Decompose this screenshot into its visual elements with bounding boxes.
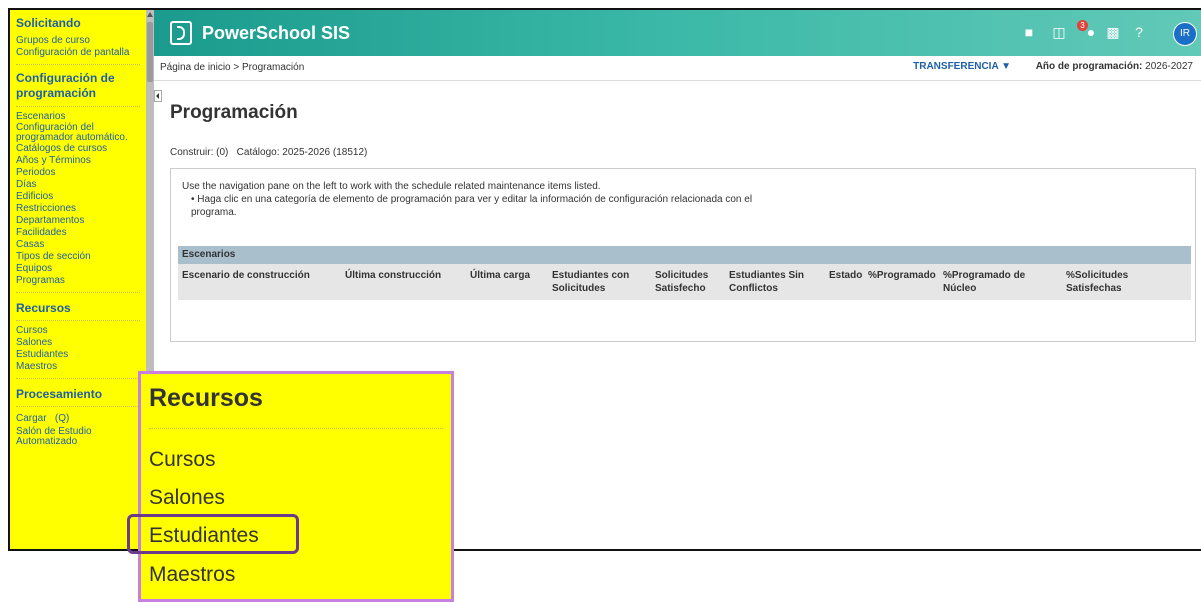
breadcrumb[interactable]: Página de inicio > Programación: [160, 62, 304, 73]
sidebar-item-catalogos[interactable]: Catálogos de cursos: [10, 143, 146, 155]
sidebar-item-cargar[interactable]: Cargar (Q): [10, 413, 146, 425]
nav-sidebar: Solicitando Grupos de curso Configuració…: [10, 10, 146, 549]
bullet-item: • Haga clic en una categoría de elemento…: [191, 194, 753, 218]
notes-icon[interactable]: ■: [1021, 24, 1037, 40]
scenarios-table: Escenarios Escenario de construcción Últ…: [178, 246, 1191, 300]
help-icon[interactable]: ?: [1131, 24, 1147, 40]
year-value: 2026-2027: [1145, 61, 1193, 72]
column-header[interactable]: Estudiantes Sin Conflictos: [729, 269, 817, 295]
sidebar-item-restricciones[interactable]: Restricciones: [10, 203, 146, 215]
transfer-label: TRANSFERENCIA: [913, 61, 999, 72]
build-info: Construir: (0) Catálogo: 2025-2026 (1851…: [170, 147, 368, 158]
sidebar-item-programas[interactable]: Programas: [10, 275, 146, 287]
top-header: PowerSchool SIS ■ ◫ ● 3 ▩ ? IR: [154, 10, 1201, 56]
column-header[interactable]: Última construcción: [345, 269, 441, 282]
sidebar-item-grupos-de-curso[interactable]: Grupos de curso: [10, 35, 146, 47]
column-header[interactable]: %Solicitudes Satisfechas: [1066, 269, 1146, 295]
sidebar-item-facilidades[interactable]: Facilidades: [10, 227, 146, 239]
sidebar-item-departamentos[interactable]: Departamentos: [10, 215, 146, 227]
sidebar-item-anos-terminos[interactable]: Años y Términos: [10, 155, 146, 167]
divider: [149, 428, 443, 429]
divider: [16, 292, 140, 293]
column-header[interactable]: %Programado de Núcleo: [943, 269, 1039, 295]
sidebar-section-title: Recursos: [16, 301, 71, 315]
sidebar-item-dias[interactable]: Días: [10, 179, 146, 191]
sidebar-item-salon-estudio[interactable]: Salón de Estudio Automatizado: [10, 427, 146, 447]
sidebar-item-config-programador[interactable]: Configuración del programador automático…: [10, 123, 146, 143]
notification-badge: 3: [1077, 20, 1088, 31]
translate-icon[interactable]: ◫: [1051, 24, 1067, 40]
divider: [16, 378, 140, 379]
info-text: Use the navigation pane on the left to w…: [182, 181, 601, 192]
sidebar-item-configuracion-pantalla[interactable]: Configuración de pantalla: [10, 47, 146, 59]
column-header[interactable]: Estudiantes con Solicitudes: [552, 269, 642, 295]
term-year[interactable]: Año de programación: 2026-2027: [1036, 61, 1193, 72]
chevron-down-icon: ▼: [1001, 61, 1011, 72]
breadcrumb-bar: Página de inicio > Programación TRANSFER…: [154, 56, 1201, 81]
divider: [16, 64, 140, 65]
callout-item-maestros[interactable]: Maestros: [149, 563, 235, 587]
highlight-box: [127, 514, 299, 554]
collapse-nav-icon[interactable]: [154, 90, 162, 102]
sidebar-section-title: Configuración de programación: [16, 71, 115, 100]
sidebar-item-salones[interactable]: Salones: [10, 337, 146, 349]
sidebar-section-title: Solicitando: [16, 16, 81, 30]
bullet-text: Haga clic en una categoría de elemento d…: [191, 194, 753, 218]
sidebar-item-maestros[interactable]: Maestros: [10, 361, 146, 373]
column-header[interactable]: Solicitudes Satisfecho: [655, 269, 721, 295]
table-title: Escenarios: [178, 246, 1191, 264]
callout-item-cursos[interactable]: Cursos: [149, 448, 216, 472]
column-header[interactable]: Escenario de construcción: [182, 269, 310, 282]
powerschool-logo-icon: [170, 21, 192, 45]
sidebar-item-edificios[interactable]: Edificios: [10, 191, 146, 203]
zoom-callout: Recursos Cursos Salones Estudiantes Maes…: [138, 371, 454, 602]
year-label: Año de programación:: [1035, 61, 1143, 72]
alerts-icon[interactable]: ● 3: [1077, 20, 1099, 40]
brand-title: PowerSchool SIS: [202, 23, 351, 43]
page-title: Programación: [170, 102, 298, 123]
column-header[interactable]: %Programado: [868, 269, 936, 282]
transfer-dropdown[interactable]: TRANSFERENCIA ▼: [913, 61, 1011, 72]
sidebar-item-tipos-seccion[interactable]: Tipos de sección: [10, 251, 146, 263]
content-panel: Use the navigation pane on the left to w…: [170, 168, 1196, 342]
callout-item-salones[interactable]: Salones: [149, 486, 225, 510]
sidebar-item-equipos[interactable]: Equipos: [10, 263, 146, 275]
scroll-thumb[interactable]: [147, 22, 153, 82]
print-icon[interactable]: ▩: [1105, 24, 1121, 40]
sidebar-item-cursos[interactable]: Cursos: [10, 325, 146, 337]
scroll-up-icon[interactable]: [147, 12, 153, 17]
table-header-row: Escenario de construcción Última constru…: [178, 264, 1191, 300]
column-header[interactable]: Última carga: [470, 269, 530, 282]
callout-section-title: Recursos: [149, 384, 263, 412]
column-header[interactable]: Estado: [829, 269, 862, 282]
sidebar-section-title: Procesamiento: [16, 387, 103, 401]
sidebar-item-casas[interactable]: Casas: [10, 239, 146, 251]
sidebar-item-periodos[interactable]: Periodos: [10, 167, 146, 179]
avatar[interactable]: IR: [1173, 22, 1197, 46]
sidebar-item-estudiantes[interactable]: Estudiantes: [10, 349, 146, 361]
